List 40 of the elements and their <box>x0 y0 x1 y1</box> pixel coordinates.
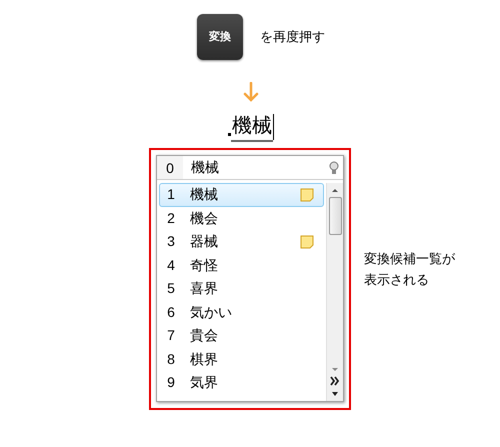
instruction-text: を再度押す <box>260 28 325 46</box>
candidate-row[interactable]: 4 奇怪 <box>159 254 324 277</box>
candidate-text: 器械 <box>190 232 219 252</box>
candidate-number: 0 <box>157 156 183 179</box>
candidate-row[interactable]: 9 気界 <box>159 371 324 394</box>
candidate-row[interactable]: 5 喜界 <box>159 277 324 300</box>
candidate-row[interactable]: 7 貴会 <box>159 324 324 348</box>
candidate-number: 9 <box>166 373 176 392</box>
candidate-number: 4 <box>166 256 176 275</box>
candidate-number: 3 <box>166 232 176 252</box>
candidate-number: 2 <box>166 208 176 228</box>
candidate-text: 奇怪 <box>190 256 219 275</box>
lightbulb-icon <box>329 160 339 174</box>
candidate-number: 7 <box>166 326 176 346</box>
composition-start-mark <box>228 133 231 136</box>
candidate-text: 機械 <box>191 158 220 177</box>
double-chevron-icon[interactable] <box>329 375 341 387</box>
text-cursor <box>273 114 274 140</box>
caption-text: 変換候補一覧が表示される <box>364 250 456 289</box>
candidate-number: 5 <box>166 279 176 298</box>
candidate-text: 機械 <box>190 185 219 204</box>
candidate-row[interactable]: 6 気かい <box>159 300 324 324</box>
candidate-row[interactable]: 1 機械 <box>159 183 324 206</box>
candidate-text: 気かい <box>190 302 233 322</box>
candidate-text: 喜界 <box>190 279 219 298</box>
key-cap: 変換 <box>197 14 243 60</box>
candidate-text: 貴会 <box>190 326 219 346</box>
candidate-text: 機会 <box>190 208 219 228</box>
scrollbar[interactable] <box>326 183 343 401</box>
candidate-row[interactable]: 2 機会 <box>159 206 324 230</box>
candidate-row[interactable]: 3 器械 <box>159 230 324 254</box>
top-candidate-row[interactable]: 0 機械 <box>157 156 343 180</box>
down-arrow-icon <box>243 82 259 102</box>
candidate-number: 1 <box>166 185 176 204</box>
scroll-thumb[interactable] <box>328 197 342 235</box>
candidate-number: 8 <box>166 350 176 369</box>
candidate-number: 6 <box>166 302 176 322</box>
candidate-text: 棋界 <box>190 350 219 369</box>
candidate-text: 気界 <box>190 373 219 392</box>
candidate-row[interactable]: 8 棋界 <box>159 348 324 371</box>
